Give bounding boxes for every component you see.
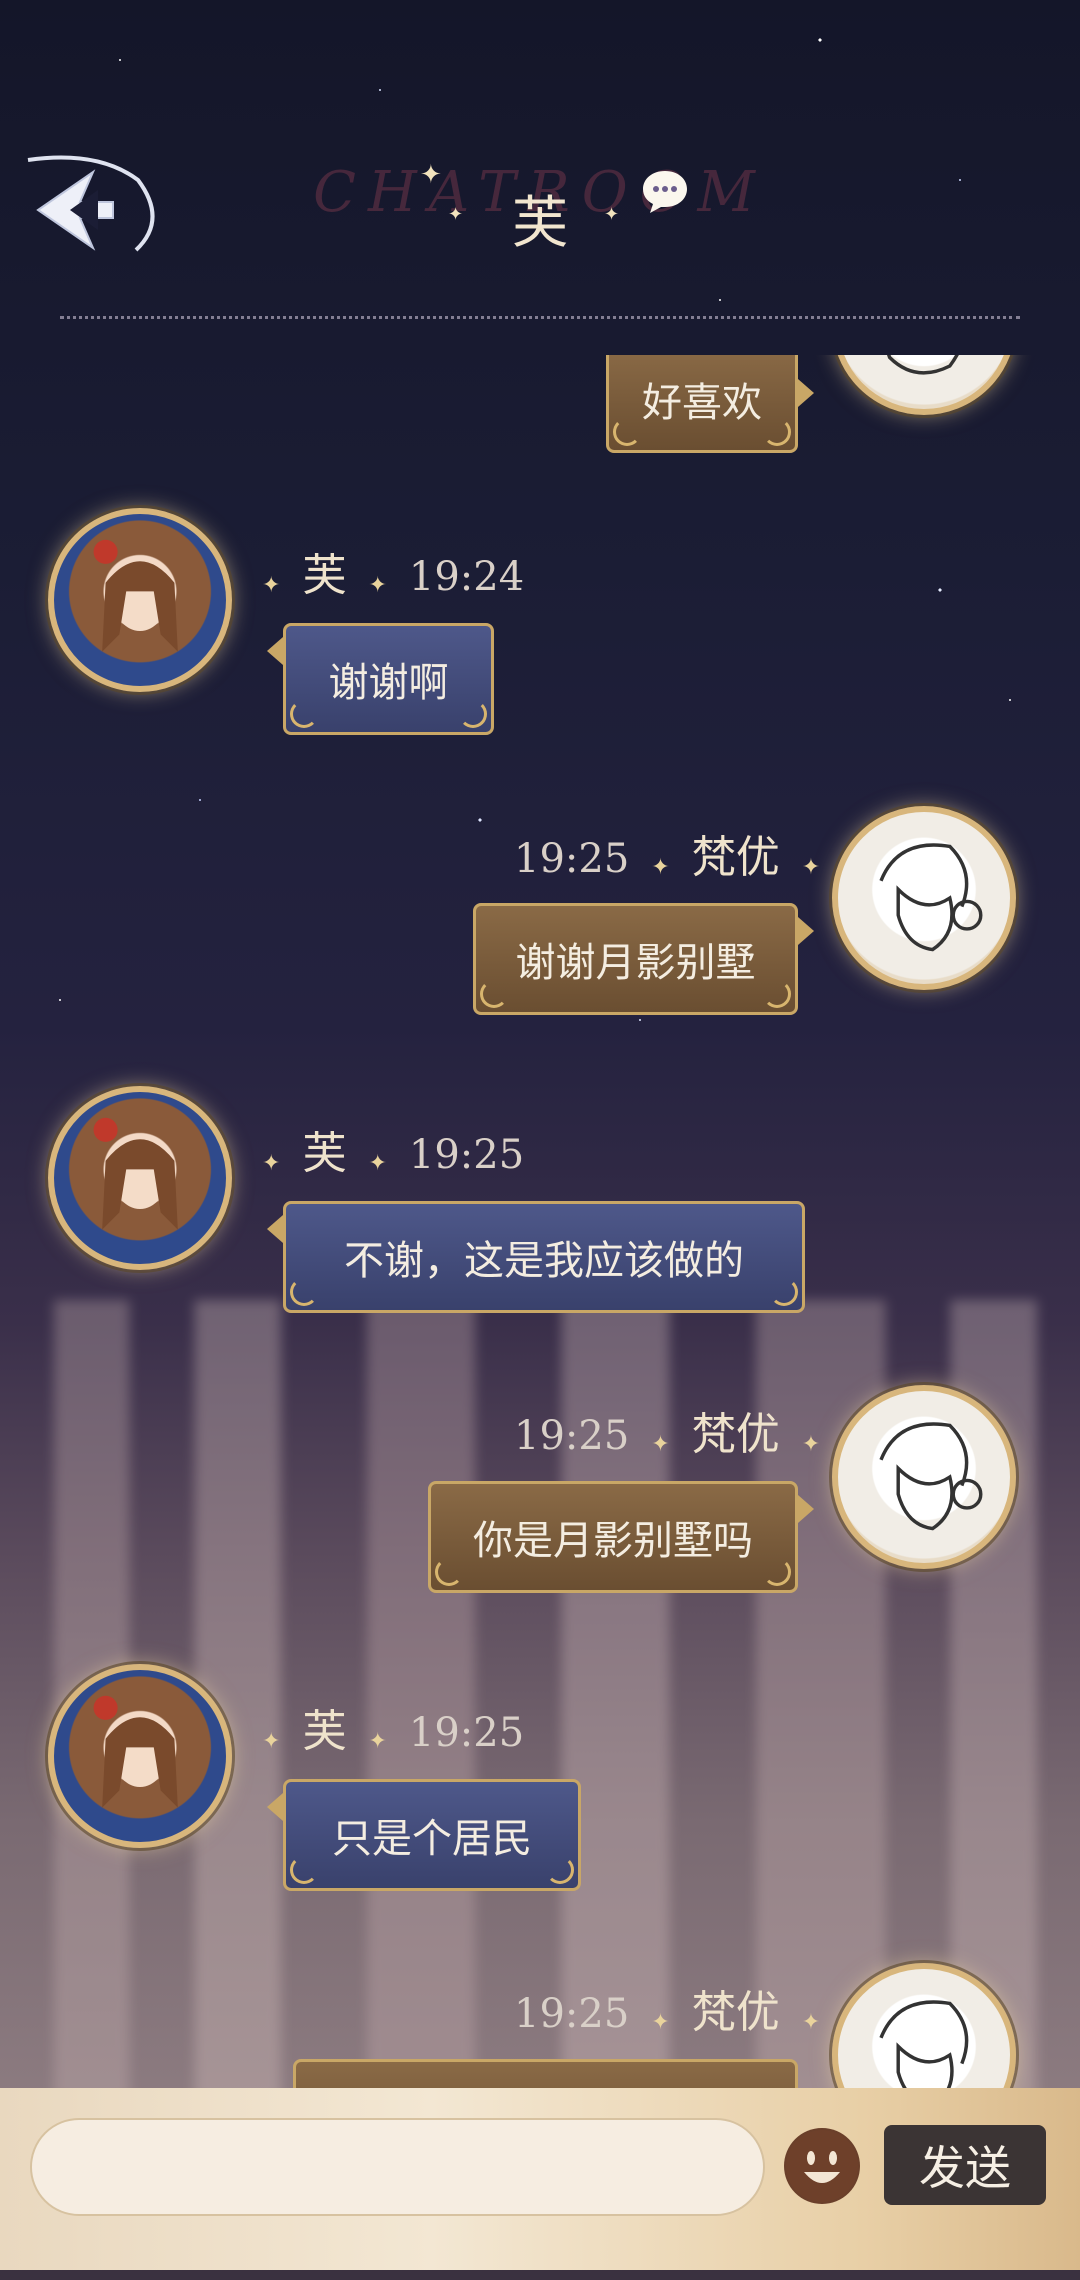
message-meta: 19:25 ✦ 梵优 ✦ [514, 1398, 820, 1462]
bubble-tail [267, 1215, 283, 1243]
star-dot-icon: ✦ [368, 573, 387, 598]
star-dot-icon: ✦ [801, 855, 821, 880]
star-dot-icon: ✦ [651, 855, 670, 880]
input-bar: 发送 [0, 2088, 1080, 2270]
sender-name: 芙 [302, 1128, 347, 1179]
chat-message-list[interactable]: 好喜欢 ✦ 芙 ✦ 19:24 谢谢啊 19:25 ✦ 梵优 ✦ 谢谢月影别墅 [0, 355, 1080, 2088]
avatar-fanyou[interactable] [832, 1385, 1016, 1569]
avatar-fu[interactable] [48, 1086, 232, 1270]
avatar-fanyou[interactable] [832, 1963, 1016, 2088]
message-meta: 19:25 ✦ 梵优 ✦ [514, 821, 820, 885]
avatar-fanyou[interactable] [832, 806, 1016, 990]
message-text: 你是月影别墅吗 [473, 1518, 753, 1564]
message-time: 19:24 [408, 554, 525, 600]
bubble-tail [267, 637, 283, 665]
message-bubble[interactable] [293, 2059, 798, 2088]
star-dot-icon: ✦ [262, 1151, 281, 1176]
message-text: 只是个居民 [332, 1816, 532, 1862]
avatar-fanyou[interactable] [832, 355, 1016, 415]
smiley-face-icon [786, 2130, 858, 2202]
message-time: 19:25 [408, 1710, 525, 1756]
message-time: 19:25 [408, 1132, 525, 1178]
bubble-tail [798, 917, 814, 945]
star-dot-icon: ✦ [368, 1729, 387, 1754]
message-input[interactable] [30, 2118, 765, 2216]
sender-name: 梵优 [691, 1409, 780, 1460]
message-text: 不谢，这是我应该做的 [344, 1238, 744, 1284]
sender-name: 芙 [302, 1706, 347, 1757]
star-dot-icon: ✦ [368, 1151, 387, 1176]
emoji-button[interactable] [784, 2128, 860, 2204]
sender-name: 梵优 [691, 1987, 780, 2038]
message-meta: 19:25 ✦ 梵优 ✦ [514, 1976, 820, 2040]
message-meta: ✦ 芙 ✦ 19:25 [262, 1117, 524, 1181]
chat-partner-title: 芙 [512, 191, 568, 256]
message-text: 谢谢月影别墅 [515, 940, 756, 986]
star-dot-icon: ✦ [801, 2010, 821, 2035]
bubble-tail [798, 1495, 814, 1523]
avatar-fu[interactable] [48, 1664, 232, 1848]
bottom-edge [0, 2270, 1080, 2280]
message-text: 好喜欢 [642, 380, 762, 426]
sender-name: 梵优 [691, 832, 780, 883]
message-bubble[interactable]: 不谢，这是我应该做的 [283, 1201, 805, 1313]
message-bubble[interactable]: 只是个居民 [283, 1779, 581, 1891]
send-button[interactable]: 发送 [884, 2125, 1046, 2205]
star-dot-icon: ✦ [651, 1432, 670, 1457]
message-bubble[interactable]: 谢谢啊 [283, 623, 494, 735]
star-dot-icon: ✦ [262, 1729, 281, 1754]
message-bubble[interactable]: 好喜欢 [606, 355, 798, 453]
avatar-fu[interactable] [48, 508, 232, 692]
speech-bubble-icon [640, 168, 690, 216]
message-bubble[interactable]: 谢谢月影别墅 [473, 903, 798, 1015]
message-time: 19:25 [514, 1991, 630, 2037]
star-dot-icon: ✦ [262, 573, 281, 598]
message-time: 19:25 [514, 1413, 630, 1459]
header-divider [60, 316, 1020, 319]
message-time: 19:25 [514, 836, 630, 882]
sender-name: 芙 [302, 550, 347, 601]
message-meta: ✦ 芙 ✦ 19:25 [262, 1695, 524, 1759]
message-text: 谢谢啊 [328, 660, 449, 706]
message-meta: ✦ 芙 ✦ 19:24 [262, 539, 524, 603]
bubble-tail [798, 379, 814, 407]
star-dot-icon: ✦ [651, 2010, 670, 2035]
bubble-tail [267, 1793, 283, 1821]
message-bubble[interactable]: 你是月影别墅吗 [428, 1481, 798, 1593]
star-dot-icon: ✦ [801, 1432, 821, 1457]
